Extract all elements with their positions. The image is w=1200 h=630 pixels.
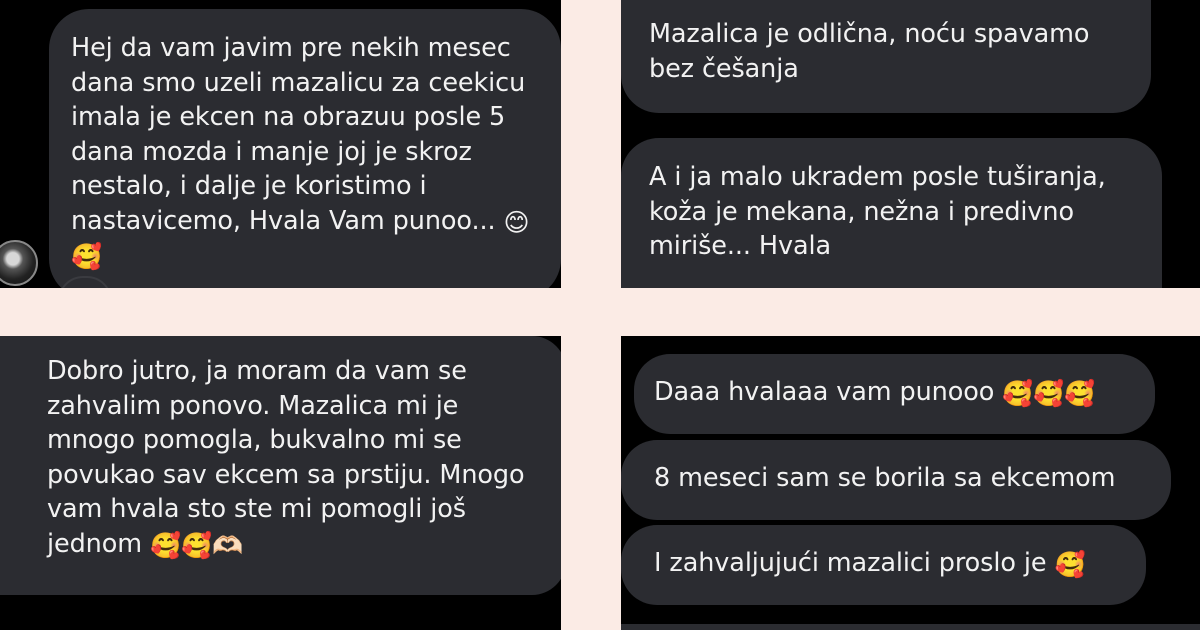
message-bubble: I zahvaljujući mazalici proslo je 🥰 [621,525,1146,605]
chat-screenshot-2: Mazalica je odlična, noću spavamo bez če… [621,0,1200,288]
chat-screenshot-4: Daaa hvalaaa vam punooo 🥰🥰🥰 8 meseci sam… [621,336,1200,630]
emoji-group: 🥰🥰🥰 [1002,379,1096,408]
chat-screenshot-1: Hej da vam javim pre nekih mesec dana sm… [0,0,561,288]
avatar [0,240,38,286]
message-text: Hej da vam javim pre nekih mesec dana sm… [71,33,526,236]
message-bubble: Hej da vam javim pre nekih mesec dana sm… [49,9,561,288]
smiling-hearts-emoji: 🥰 [1054,550,1086,579]
message-text: A i ja malo ukradem posle tuširanja, kož… [649,162,1106,261]
message-bubble: Mazalica je odlična, noću spavamo bez če… [621,0,1151,113]
message-text: I zahvaljujući mazalici proslo je [654,548,1055,578]
message-text: Dobro jutro, ja moram da vam se zahvalim… [47,356,525,559]
message-bubble: Dobro jutro, ja moram da vam se zahvalim… [0,336,561,595]
smiling-face-emoji: 😊 [503,207,530,237]
smiling-hearts-emoji: 🥰 [71,242,103,271]
message-bubble: A i ja malo ukradem posle tuširanja, kož… [621,138,1162,288]
message-text: Mazalica je odlična, noću spavamo bez če… [649,19,1090,84]
chat-screenshot-3: Dobro jutro, ja moram da vam se zahvalim… [0,336,561,630]
message-text: Daaa hvalaaa vam punooo [654,377,1003,407]
message-bubble: Daaa hvalaaa vam punooo 🥰🥰🥰 [634,354,1155,434]
emoji-group: 🥰🥰🫶🏻 [149,530,244,560]
message-text: 8 meseci sam se borila sa ekcemom [654,463,1116,493]
message-bubble: 8 meseci sam se borila sa ekcemom [621,440,1171,520]
bottom-divider [621,624,1200,630]
